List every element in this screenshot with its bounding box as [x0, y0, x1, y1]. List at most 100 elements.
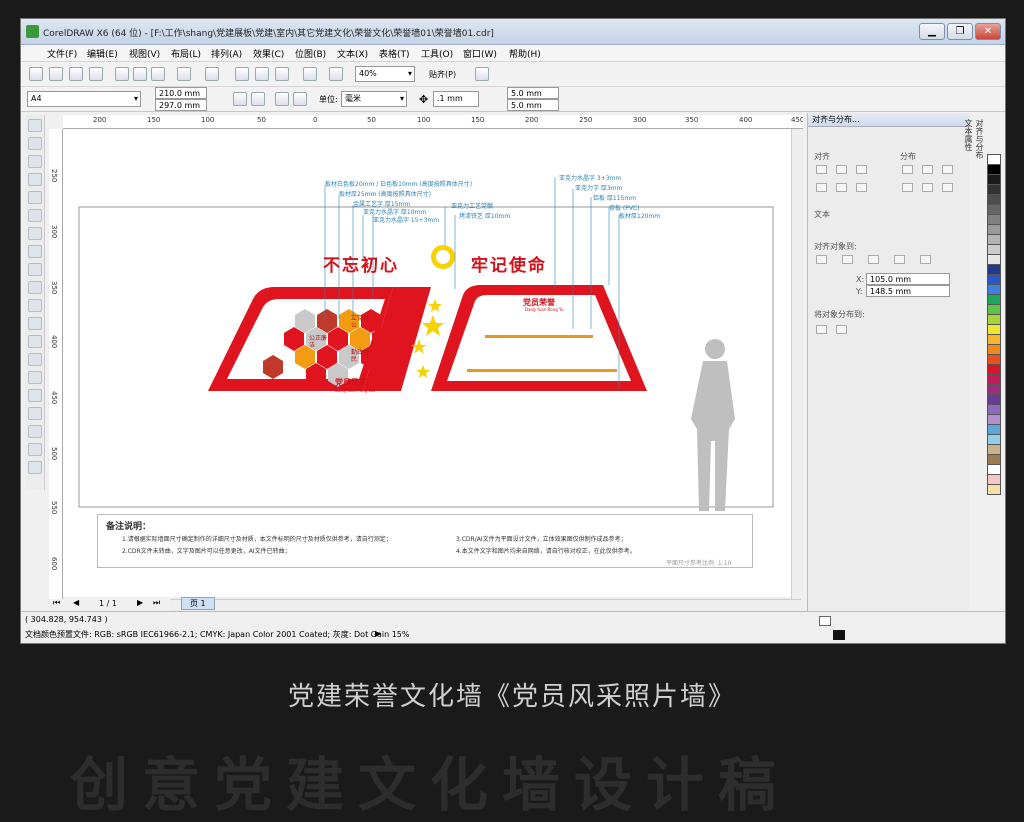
color-profile-info[interactable]: 文档颜色预置文件: RGB: sRGB IEC61966-2.1; CMYK: …	[25, 629, 409, 640]
cut-icon[interactable]	[115, 67, 129, 81]
transparency-tool-icon[interactable]	[28, 407, 42, 420]
page-height-field[interactable]: 297.0 mm	[155, 99, 207, 111]
menu-window[interactable]: 窗口(W)	[463, 47, 497, 60]
distribute-to-page-icon[interactable]	[836, 325, 847, 334]
menu-arrange[interactable]: 排列(A)	[211, 47, 242, 60]
polygon-tool-icon[interactable]	[28, 281, 42, 294]
next-page-icon[interactable]: ▶	[137, 598, 143, 607]
docker-tab-align[interactable]: 对齐与分布	[974, 119, 985, 305]
align-top-icon[interactable]	[816, 183, 827, 192]
maximize-button[interactable]: ❐	[947, 23, 973, 40]
menu-help[interactable]: 帮助(H)	[509, 47, 541, 60]
smudge-tool-icon[interactable]	[28, 155, 42, 168]
snap-to-dropdown[interactable]: 贴齐(P)	[429, 69, 456, 80]
export-icon[interactable]	[275, 67, 289, 81]
minimize-button[interactable]: ▁	[919, 23, 945, 40]
new-document-icon[interactable]	[29, 67, 43, 81]
first-page-icon[interactable]: ⏮	[53, 598, 60, 608]
last-page-icon[interactable]: ⏭	[153, 598, 160, 608]
align-right-icon[interactable]	[856, 165, 867, 174]
align-to-center-icon[interactable]	[868, 255, 879, 264]
text-align-label: 文本	[814, 210, 830, 219]
distribute-left-icon[interactable]	[902, 165, 913, 174]
menu-edit[interactable]: 编辑(E)	[87, 47, 118, 60]
outline-indicator-icon[interactable]	[833, 630, 845, 640]
eyedropper-tool-icon[interactable]	[28, 425, 42, 438]
paste-icon[interactable]	[151, 67, 165, 81]
align-to-grid-icon[interactable]	[894, 255, 905, 264]
duplicate-y-field[interactable]: 5.0 mm	[507, 99, 559, 111]
fill-tool-icon[interactable]	[28, 461, 42, 474]
duplicate-x-field[interactable]: 5.0 mm	[507, 87, 559, 99]
horizontal-scrollbar[interactable]	[171, 599, 801, 611]
page-size-select[interactable]: A4 ▾	[27, 91, 141, 107]
align-y-field[interactable]: 148.5 mm	[866, 285, 950, 297]
basic-shapes-icon[interactable]	[28, 299, 42, 312]
menu-bitmaps[interactable]: 位图(B)	[295, 47, 326, 60]
print-icon[interactable]	[89, 67, 103, 81]
options-icon[interactable]	[475, 67, 489, 81]
align-to-point-icon[interactable]	[920, 255, 931, 264]
save-icon[interactable]	[69, 67, 83, 81]
connector-tool-icon[interactable]	[28, 371, 42, 384]
distribute-top-icon[interactable]	[902, 183, 913, 192]
welcome-screen-icon[interactable]	[329, 67, 343, 81]
vertical-scrollbar[interactable]	[791, 129, 803, 599]
color-swatch[interactable]	[987, 484, 1001, 495]
zoom-tool-icon[interactable]	[28, 191, 42, 204]
nudge-distance-field[interactable]: .1 mm	[433, 91, 479, 107]
rectangle-tool-icon[interactable]	[28, 245, 42, 258]
page-tab-1[interactable]: 页 1	[181, 597, 215, 610]
crop-tool-icon[interactable]	[28, 173, 42, 186]
prev-page-icon[interactable]: ◀	[73, 598, 79, 607]
current-page-icon[interactable]	[293, 92, 307, 106]
ellipse-tool-icon[interactable]	[28, 263, 42, 276]
menu-file[interactable]: 文件(F)	[47, 47, 77, 60]
landscape-icon[interactable]	[251, 92, 265, 106]
distribute-right-icon[interactable]	[942, 165, 953, 174]
freehand-tool-icon[interactable]	[28, 209, 42, 222]
text-tool-icon[interactable]	[28, 317, 42, 330]
menu-table[interactable]: 表格(T)	[379, 47, 410, 60]
menu-layout[interactable]: 布局(L)	[171, 47, 201, 60]
portrait-icon[interactable]	[233, 92, 247, 106]
align-to-page-icon[interactable]	[842, 255, 853, 264]
table-tool-icon[interactable]	[28, 335, 42, 348]
align-x-field[interactable]: 105.0 mm	[866, 273, 950, 285]
align-bottom-icon[interactable]	[856, 183, 867, 192]
pick-tool-icon[interactable]	[28, 119, 42, 132]
menu-effects[interactable]: 效果(C)	[253, 47, 284, 60]
docker-tab-text[interactable]: 文本属性	[963, 119, 974, 319]
align-left-icon[interactable]	[816, 165, 827, 174]
ruler-tick: 200	[93, 116, 107, 124]
zoom-level-field[interactable]: 40% ▾	[355, 66, 415, 82]
page-width-field[interactable]: 210.0 mm	[155, 87, 207, 99]
copy-icon[interactable]	[133, 67, 147, 81]
nudge-value: .1 mm	[437, 94, 463, 103]
all-pages-icon[interactable]	[275, 92, 289, 106]
align-center-v-icon[interactable]	[836, 183, 847, 192]
distribute-middle-icon[interactable]	[922, 183, 933, 192]
distribute-to-selection-icon[interactable]	[816, 325, 827, 334]
menu-tools[interactable]: 工具(O)	[421, 47, 453, 60]
menu-view[interactable]: 视图(V)	[129, 47, 160, 60]
import-icon[interactable]	[255, 67, 269, 81]
close-button[interactable]: ✕	[975, 23, 1001, 40]
search-content-icon[interactable]	[235, 67, 249, 81]
smart-fill-icon[interactable]	[28, 227, 42, 240]
open-icon[interactable]	[49, 67, 63, 81]
application-launcher-icon[interactable]	[303, 67, 317, 81]
undo-icon[interactable]	[177, 67, 191, 81]
distribute-bottom-icon[interactable]	[942, 183, 953, 192]
shape-tool-icon[interactable]	[28, 137, 42, 150]
units-select[interactable]: 毫米 ▾	[341, 91, 407, 107]
distribute-center-icon[interactable]	[922, 165, 933, 174]
redo-icon[interactable]	[205, 67, 219, 81]
menu-text[interactable]: 文本(X)	[337, 47, 368, 60]
outline-pen-icon[interactable]	[28, 443, 42, 456]
fill-indicator-icon[interactable]	[819, 616, 831, 626]
dimension-tool-icon[interactable]	[28, 353, 42, 366]
align-to-active-icon[interactable]	[816, 255, 827, 264]
align-center-h-icon[interactable]	[836, 165, 847, 174]
blend-tool-icon[interactable]	[28, 389, 42, 402]
